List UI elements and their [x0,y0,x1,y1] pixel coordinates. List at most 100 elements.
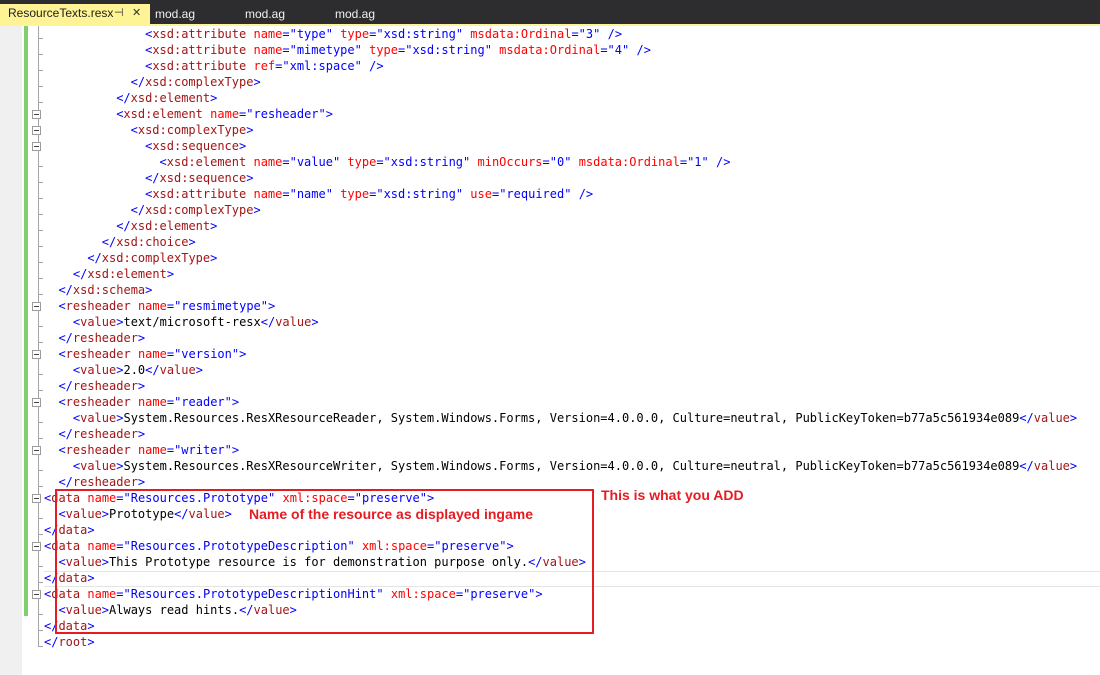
code-token: " [325,27,333,41]
code-token: value [1033,459,1070,473]
outline-end-tick [38,534,43,535]
code-line[interactable]: </resheader> [58,330,145,346]
collapse-toggle-icon[interactable] [32,110,41,119]
code-token: resheader [72,331,138,345]
code-line[interactable]: <resheader name="writer"> [58,442,239,458]
code-line[interactable]: <resheader name="version"> [58,346,246,362]
collapse-toggle-icon[interactable] [32,542,41,551]
code-line[interactable]: </resheader> [58,378,145,394]
code-token: " [325,187,333,201]
code-line[interactable]: </resheader> [58,474,145,490]
code-token: /> [369,59,384,73]
code-token: " [484,43,492,57]
outline-end-tick [38,630,43,631]
code-line[interactable]: </xsd:complexType> [87,250,217,266]
collapse-toggle-icon[interactable] [32,590,41,599]
close-icon[interactable]: ✕ [132,4,141,23]
code-token: xsd:string [383,187,456,201]
code-line[interactable]: <xsd:attribute name="mimetype" type="xsd… [145,42,651,58]
code-line[interactable]: <value>System.Resources.ResXResourceWrit… [73,458,1077,474]
tab-label: mod.ag [335,7,376,21]
annotation-name-label: Name of the resource as displayed ingame [249,506,533,522]
outline-end-tick [38,518,43,519]
code-token: </ [58,379,73,393]
code-line[interactable]: <resheader name="reader"> [58,394,239,410]
code-token: </ [145,171,160,185]
code-editor[interactable]: <xsd:attribute name="type" type="xsd:str… [0,26,1100,675]
code-line[interactable]: </xsd:complexType> [131,202,261,218]
code-line[interactable]: <xsd:element name="value" type="xsd:stri… [160,154,731,170]
collapse-toggle-icon[interactable] [32,350,41,359]
code-token: </ [130,75,146,89]
code-token: xsd:string [390,155,464,169]
outline-end-tick [38,198,43,199]
code-token: =" [600,43,615,57]
collapse-toggle-icon[interactable] [32,302,41,311]
pin-icon[interactable]: ⊣ [114,4,124,23]
code-token: </ [1019,411,1034,425]
code-token: </ [58,427,73,441]
code-token: < [159,155,167,169]
indicator-margin [0,26,22,675]
code-token: xsd:complexType [145,75,254,89]
code-token: type [340,27,370,41]
code-line[interactable]: </xsd:element> [116,90,217,106]
code-line[interactable]: <resheader name="resmimetype"> [58,298,275,314]
code-token: xsd:complexType [101,251,211,265]
code-token: =" [275,59,290,73]
code-token: > [1069,411,1078,425]
outline-end-tick [38,262,43,263]
code-token: writer [181,443,225,457]
code-line[interactable]: <xsd:attribute ref="xml:space" /> [145,58,383,74]
code-line[interactable]: <value>2.0</value> [73,362,203,378]
code-token: mimetype [296,43,355,57]
code-token: > [166,267,175,281]
code-token: xsd:choice [116,235,189,249]
code-token: > [210,219,218,233]
code-line[interactable]: </xsd:element> [116,218,217,234]
code-token: minOccurs [477,155,543,169]
collapse-toggle-icon[interactable] [32,398,41,407]
code-token: resmimetype [181,299,261,313]
code-token: msdata:Ordinal [499,43,601,57]
code-line[interactable]: <xsd:element name="resheader"> [116,106,333,122]
code-line[interactable]: </xsd:sequence> [145,170,253,186]
code-line[interactable]: </xsd:choice> [102,234,196,250]
code-token: name [137,299,167,313]
code-line[interactable]: <xsd:attribute name="name" type="xsd:str… [145,186,593,202]
collapse-toggle-icon[interactable] [32,126,41,135]
outline-end-tick [38,342,43,343]
code-token: </ [87,251,102,265]
code-line[interactable]: <value>System.Resources.ResXResourceRead… [73,410,1077,426]
code-line[interactable]: <xsd:attribute name="type" type="xsd:str… [145,26,622,42]
code-token: > [253,75,261,89]
code-token: type [296,27,326,41]
collapse-toggle-icon[interactable] [32,446,41,455]
code-line[interactable]: <xsd:complexType> [131,122,254,138]
code-token: xsd:string [383,27,456,41]
tab-mod-ag-1[interactable]: mod.ag [155,5,195,24]
code-line[interactable]: </resheader> [58,426,145,442]
code-line[interactable]: <value>text/microsoft-resx</value> [73,314,319,330]
code-token: " [318,107,326,121]
code-line[interactable]: </xsd:schema> [58,282,152,298]
tab-mod-ag-3[interactable]: mod.ag [335,5,375,24]
code-line[interactable]: </root> [44,634,95,650]
tab-mod-ag-2[interactable]: mod.ag [245,5,285,24]
code-token: xsd:attribute [152,59,247,73]
tab-label: ResourceTexts.resx [8,6,114,20]
collapse-toggle-icon[interactable] [32,142,41,151]
collapse-toggle-icon[interactable] [32,494,41,503]
code-token: xsd:string [412,43,485,57]
code-token: value [275,315,312,329]
code-token: value [296,155,333,169]
code-line[interactable]: <xsd:sequence> [145,138,246,154]
tab-resourcetexts-resx[interactable]: ResourceTexts.resx ⊣ ✕ [0,4,150,24]
code-token: </ [44,635,59,649]
code-line[interactable]: </xsd:complexType> [131,74,261,90]
code-token: > [231,395,240,409]
code-token: </ [1019,459,1034,473]
outline-end-tick [38,182,43,183]
code-line[interactable]: </xsd:element> [73,266,174,282]
